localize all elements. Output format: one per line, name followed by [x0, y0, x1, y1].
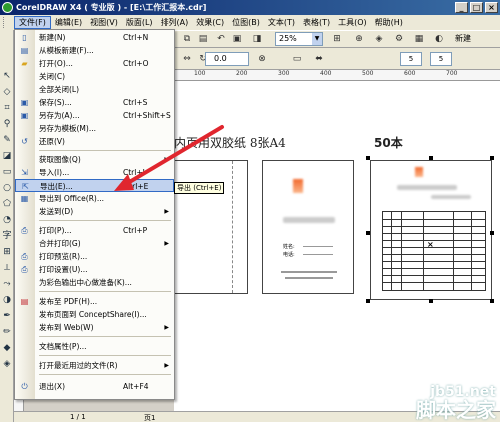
- site-watermark: jb51.net 脚本之家: [416, 384, 496, 420]
- watermark-site-name: 脚本之家: [416, 398, 496, 422]
- annotation-arrow: [114, 125, 224, 191]
